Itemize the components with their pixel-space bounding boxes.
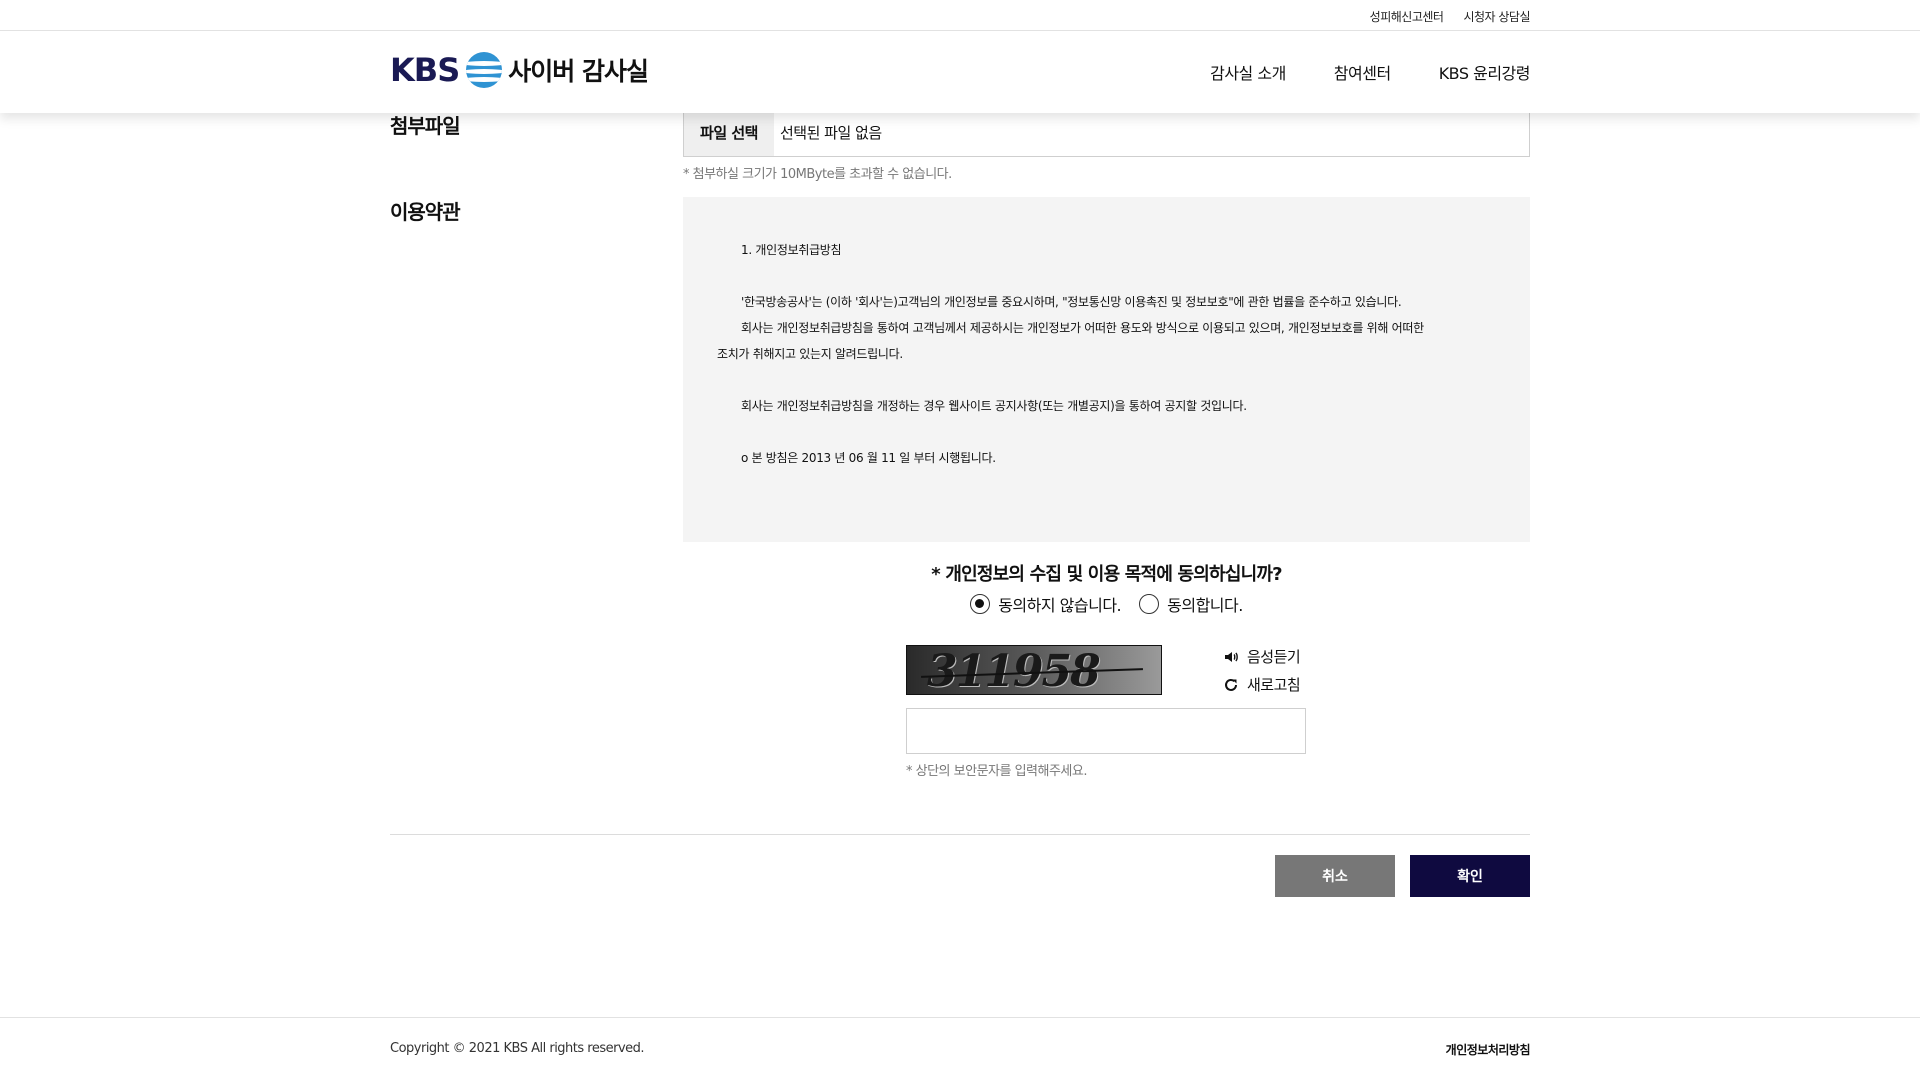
captcha-input[interactable] [906, 708, 1306, 754]
consent-option-agree[interactable]: 동의합니다. [1139, 592, 1243, 616]
speaker-icon [1225, 651, 1238, 662]
consent-option-disagree[interactable]: 동의하지 않습니다. [970, 592, 1122, 616]
site-logo[interactable]: KBS 사이버 감사실 [390, 51, 649, 89]
copyright-text: Copyright © 2021 KBS All rights reserved… [390, 1041, 645, 1056]
utility-bar: 성피해신고센터 시청자 상담실 [0, 0, 1920, 31]
consent-option-label: 동의하지 않습니다. [998, 596, 1122, 615]
captcha-refresh-button[interactable]: 새로고침 [1223, 674, 1301, 695]
util-link-viewer-consult[interactable]: 시청자 상담실 [1463, 8, 1530, 25]
logo-kbs-text: KBS [390, 51, 460, 89]
captcha-audio-button[interactable]: 음성듣기 [1223, 646, 1301, 667]
terms-line: 1. 개인정보취급방침 [741, 243, 842, 257]
captcha-note: * 상단의 보안문자를 입력해주세요. [906, 764, 1087, 779]
refresh-icon [1225, 678, 1237, 691]
file-input[interactable]: 파일 선택 선택된 파일 없음 [683, 107, 1530, 157]
privacy-policy-link[interactable]: 개인정보처리방침 [1446, 1041, 1531, 1058]
nav-item-about[interactable]: 감사실 소개 [1210, 60, 1286, 84]
nav-item-ethics[interactable]: KBS 윤리강령 [1439, 60, 1531, 84]
terms-content[interactable]: 1. 개인정보취급방침 '한국방송공사'는 (이하 '회사'는)고객님의 개인정… [683, 197, 1530, 542]
kbs-emblem-icon [466, 52, 503, 88]
terms-line: o 본 방침은 2013 년 06 월 11 일 부터 시행됩니다. [741, 451, 996, 465]
terms-line: 회사는 개인정보취급방침을 통하여 고객님께서 제공하시는 개인정보가 어떠한 … [741, 321, 1424, 335]
attachment-note: * 첨부하실 크기가 10MByte를 초과할 수 없습니다. [683, 167, 952, 182]
radio-selected-icon[interactable] [970, 594, 991, 614]
terms-line: '한국방송공사'는 (이하 '회사'는)고객님의 개인정보를 중요시하며, "정… [741, 295, 1402, 309]
divider [390, 834, 1530, 835]
util-link-harassment-center[interactable]: 성피해신고센터 [1370, 8, 1444, 25]
terms-label: 이용약관 [390, 200, 461, 224]
captcha-audio-label: 음성듣기 [1247, 648, 1301, 666]
utility-links: 성피해신고센터 시청자 상담실 [1370, 8, 1531, 25]
terms-line: 회사는 개인정보취급방침을 개정하는 경우 웹사이트 공지사항(또는 개별공지)… [741, 399, 1247, 413]
radio-unselected-icon[interactable] [1139, 594, 1160, 614]
file-select-button[interactable]: 파일 선택 [684, 108, 774, 156]
file-name-text: 선택된 파일 없음 [780, 123, 882, 142]
consent-options: 동의하지 않습니다. 동의합니다. [683, 592, 1530, 616]
terms-line: 조치가 취해지고 있는지 알려드립니다. [717, 347, 903, 361]
consent-question: * 개인정보의 수집 및 이용 목적에 동의하십니까? [931, 564, 1282, 585]
logo-title: 사이버 감사실 [508, 57, 649, 86]
cancel-button[interactable]: 취소 [1275, 855, 1395, 897]
site-header: KBS 사이버 감사실 감사실 소개 참여센터 KBS 윤리강령 [0, 31, 1920, 113]
footer-divider [0, 1017, 1920, 1018]
attachment-label: 첨부파일 [390, 114, 461, 138]
main-nav: 감사실 소개 참여센터 KBS 윤리강령 [1210, 60, 1530, 84]
confirm-button[interactable]: 확인 [1410, 855, 1530, 897]
captcha-image: 311958 [906, 645, 1162, 695]
captcha-refresh-label: 새로고침 [1247, 676, 1301, 694]
consent-option-label: 동의합니다. [1167, 596, 1243, 615]
nav-item-participation[interactable]: 참여센터 [1334, 60, 1391, 84]
